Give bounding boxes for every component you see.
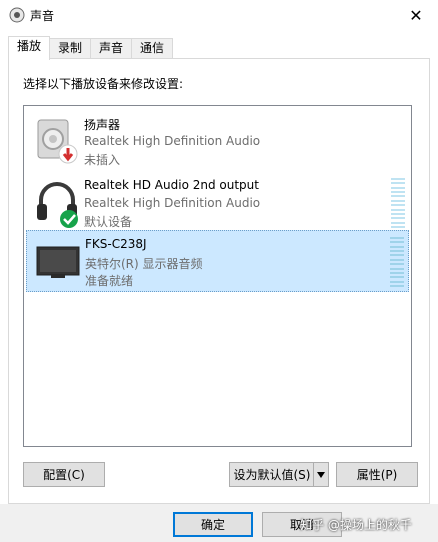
device-item-headphones[interactable]: Realtek HD Audio 2nd output Realtek High… xyxy=(26,172,409,234)
device-list[interactable]: 扬声器 Realtek High Definition Audio 未插入 Re… xyxy=(23,105,412,447)
set-default-dropdown-button[interactable] xyxy=(313,462,329,487)
device-item-speaker[interactable]: 扬声器 Realtek High Definition Audio 未插入 xyxy=(26,110,409,172)
device-status: 默认设备 xyxy=(84,215,133,229)
close-button[interactable]: ✕ xyxy=(394,0,438,30)
instruction-text: 选择以下播放设备来修改设置: xyxy=(23,77,184,91)
tab-sounds[interactable]: 声音 xyxy=(90,38,133,59)
monitor-icon xyxy=(36,246,80,278)
device-name: FKS-C238J xyxy=(85,237,147,251)
set-default-button[interactable]: 设为默认值(S) xyxy=(229,462,314,487)
chevron-down-icon xyxy=(317,471,325,478)
device-item-monitor[interactable]: FKS-C238J 英特尔(R) 显示器音频 准备就绪 xyxy=(26,230,409,292)
close-icon: ✕ xyxy=(409,5,423,25)
device-driver: Realtek High Definition Audio xyxy=(84,196,261,210)
speaker-icon xyxy=(37,119,78,164)
device-status: 准备就绪 xyxy=(85,274,134,288)
playback-panel: 选择以下播放设备来修改设置: 扬声器 Realtek High Definiti… xyxy=(8,58,430,504)
device-driver: 英特尔(R) 显示器音频 xyxy=(85,257,203,271)
sound-app-icon xyxy=(9,7,25,23)
headphones-icon xyxy=(37,182,78,228)
device-status: 未插入 xyxy=(84,153,121,167)
title-bar: 声音 ✕ xyxy=(0,0,438,30)
ok-button[interactable]: 确定 xyxy=(173,512,253,537)
unplugged-badge-icon xyxy=(58,144,78,164)
tab-communications[interactable]: 通信 xyxy=(131,38,174,59)
tab-recording[interactable]: 录制 xyxy=(49,38,92,59)
configure-button[interactable]: 配置(C) xyxy=(23,462,105,487)
device-driver: Realtek High Definition Audio xyxy=(84,134,261,148)
tab-playback[interactable]: 播放 xyxy=(8,36,51,60)
volume-meter xyxy=(390,237,404,287)
volume-meter xyxy=(391,178,405,228)
window-title: 声音 xyxy=(30,9,55,23)
default-check-badge-icon xyxy=(60,210,78,228)
tab-bar: 播放 录制 声音 通信 xyxy=(8,36,174,60)
watermark-text: 知乎 @操场上的秋千 xyxy=(300,518,412,532)
device-name: Realtek HD Audio 2nd output xyxy=(84,178,259,192)
properties-button[interactable]: 属性(P) xyxy=(336,462,418,487)
device-name: 扬声器 xyxy=(84,118,121,132)
